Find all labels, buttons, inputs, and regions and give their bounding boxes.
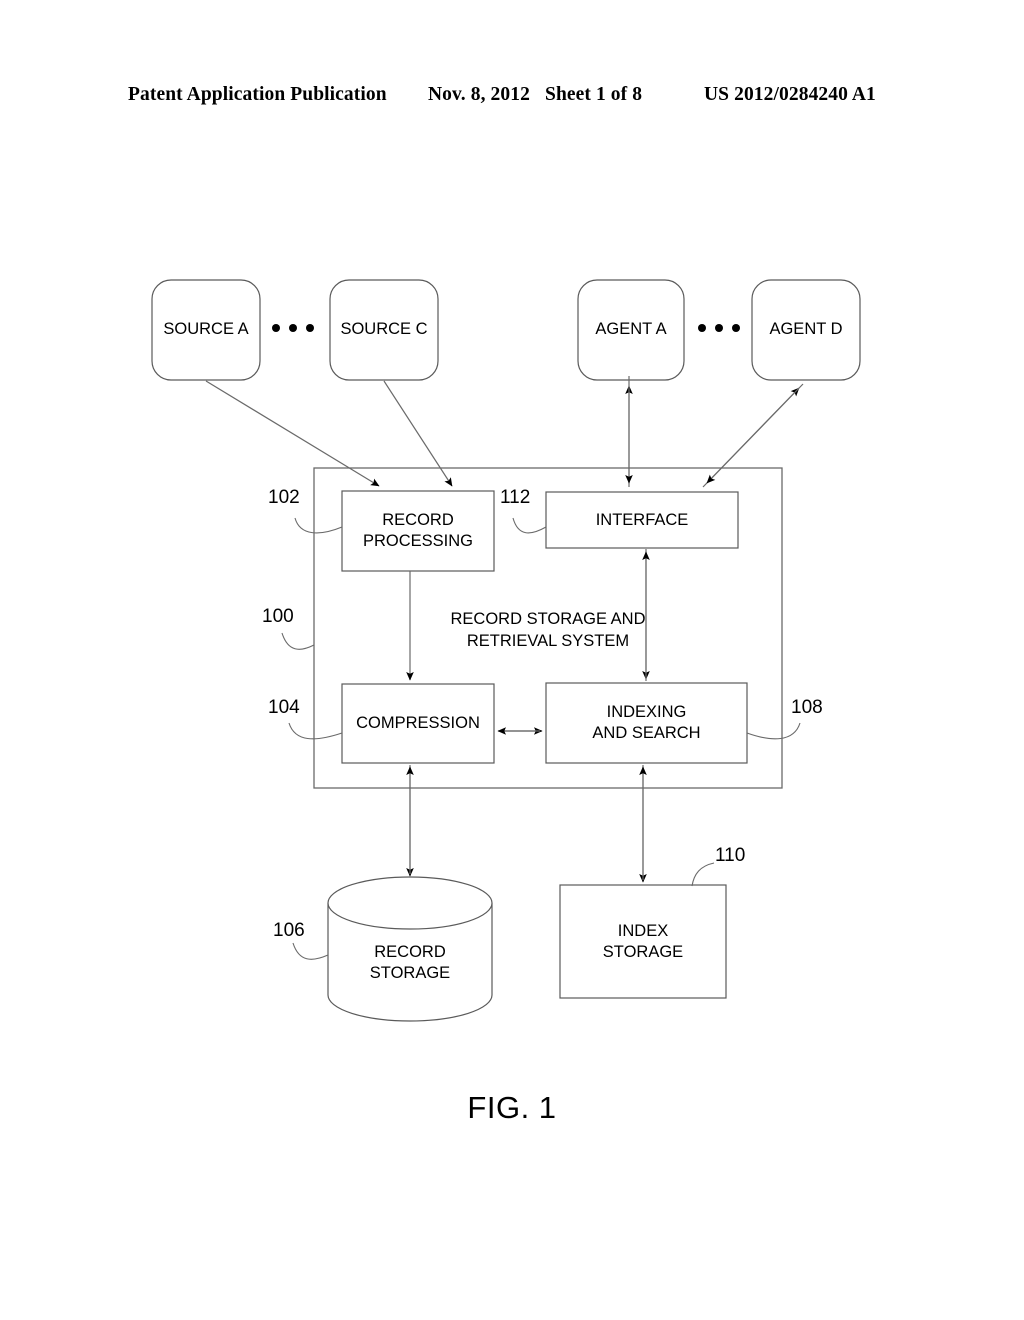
- index-storage-box: [559, 884, 727, 999]
- source-a-box: [151, 279, 261, 381]
- leader-line-100: [281, 632, 315, 650]
- ref-num-104: 104: [268, 697, 300, 718]
- sources-ellipsis-icon: [272, 324, 314, 332]
- agents-ellipsis-icon: [698, 324, 740, 332]
- compression-box: [341, 683, 495, 764]
- indexing-and-search-box: [545, 682, 748, 764]
- ref-num-112: 112: [500, 487, 531, 508]
- system-label: RECORD STORAGE AND RETRIEVAL SYSTEM: [450, 610, 646, 650]
- figure-caption: FIG. 1: [467, 1090, 557, 1125]
- interface-box: [545, 491, 739, 549]
- source-c-box: [329, 279, 439, 381]
- patent-figure: SOURCE A SOURCE C AGENT A AGENT D RECORD…: [0, 0, 1024, 1320]
- record-processing-box: [341, 490, 495, 572]
- ref-num-106: 106: [273, 920, 305, 941]
- leader-line-106: [292, 942, 329, 960]
- ref-num-102: 102: [268, 487, 300, 508]
- leader-line-110: [691, 862, 715, 887]
- record-storage-cylinder: [327, 876, 493, 1022]
- ref-num-110: 110: [715, 845, 746, 866]
- arrow-source-a-to-record-processing: [205, 380, 380, 487]
- ref-num-100: 100: [262, 606, 294, 627]
- agent-d-box: [751, 279, 861, 381]
- ref-num-108: 108: [791, 697, 823, 718]
- agent-a-box: [577, 279, 685, 381]
